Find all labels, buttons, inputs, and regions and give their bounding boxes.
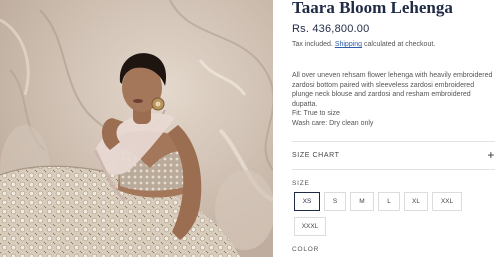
size-option-xs[interactable]: XS [294, 192, 320, 211]
size-option-xl[interactable]: XL [404, 192, 428, 211]
product-title: Taara Bloom Lehenga [292, 0, 453, 17]
shipping-link[interactable]: Shipping [335, 41, 362, 48]
description-text: All over uneven rehsam flower lehenga wi… [292, 72, 493, 108]
color-label: COLOR [292, 246, 320, 253]
size-option-m[interactable]: M [350, 192, 374, 211]
size-option-xxl[interactable]: XXL [432, 192, 462, 211]
size-option-l[interactable]: L [378, 192, 400, 211]
size-option-xxxl[interactable]: XXXL [294, 217, 326, 236]
size-chart-toggle[interactable]: SIZE CHART + [292, 148, 495, 162]
divider [292, 141, 495, 142]
product-description: All over uneven rehsam flower lehenga wi… [292, 71, 495, 129]
tax-note: Tax included. Shipping calculated at che… [292, 41, 435, 48]
fit-text: Fit: True to size [292, 110, 340, 118]
size-label: SIZE [292, 180, 310, 187]
tax-suffix: calculated at checkout. [364, 41, 436, 48]
product-price: Rs. 436,800.00 [292, 23, 370, 35]
divider [292, 169, 495, 170]
care-text: Wash care: Dry clean only [292, 119, 374, 127]
tax-prefix: Tax included. [292, 41, 333, 48]
plus-icon: + [487, 148, 495, 162]
product-image[interactable] [0, 0, 273, 257]
size-option-s[interactable]: S [324, 192, 346, 211]
model-photo-illustration [0, 0, 273, 257]
size-chart-label: SIZE CHART [292, 151, 340, 159]
